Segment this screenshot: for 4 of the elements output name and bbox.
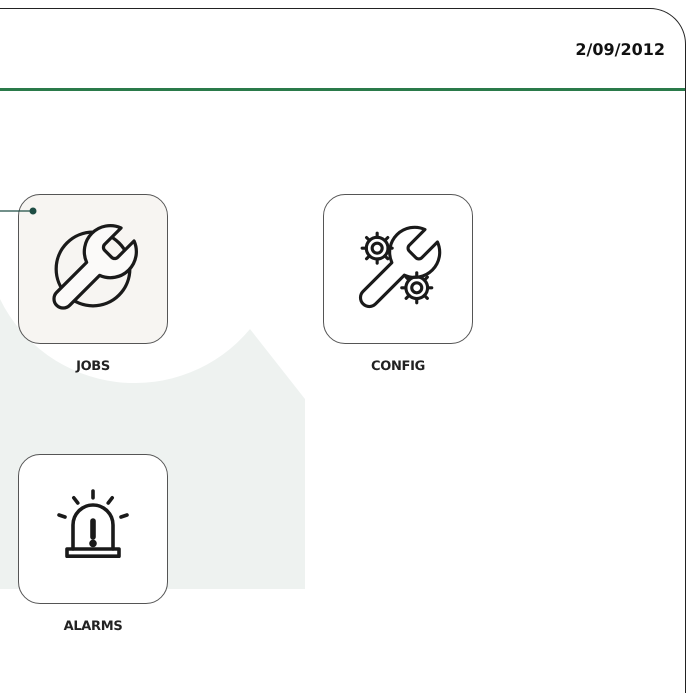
header-date: 2/09/2012	[575, 38, 665, 60]
tile-label: JOBS	[76, 358, 110, 376]
tile-label: CONFIG	[371, 358, 425, 376]
tile-label: ALARMS	[64, 618, 122, 636]
